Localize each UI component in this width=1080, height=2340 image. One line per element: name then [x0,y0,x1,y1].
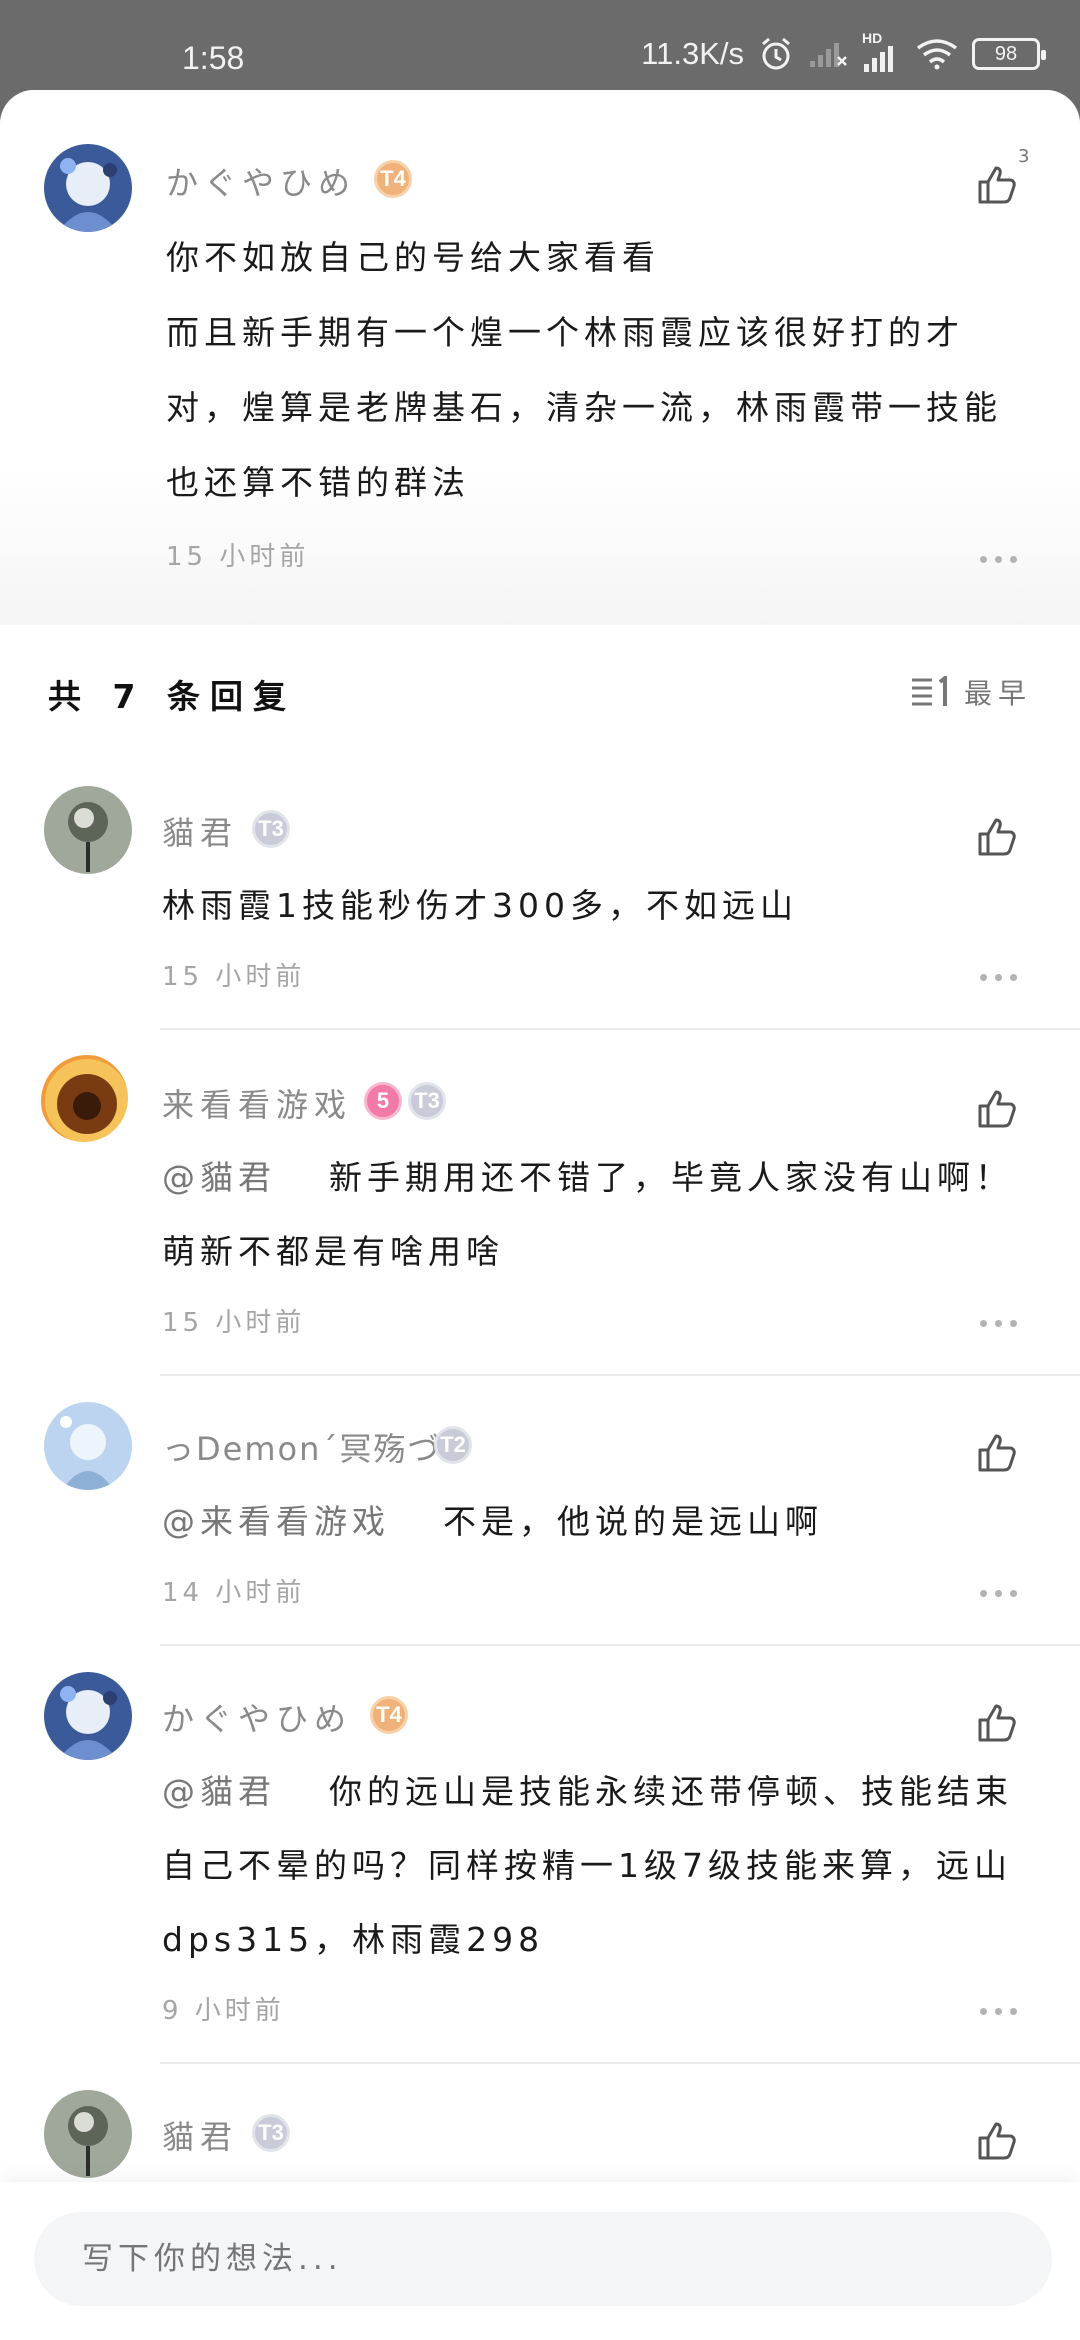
more-options-icon[interactable] [980,2008,1020,2018]
sort-label: 最早 [963,677,1032,710]
username[interactable]: かぐやひめ [162,1694,352,1740]
badge-t3: T3 [408,1082,446,1120]
thumbs-up-icon[interactable] [974,2116,1022,2164]
hd-signal-icon: HD [862,30,902,72]
badge-t4: T4 [374,160,412,198]
avatar[interactable] [44,144,132,232]
reply-text: 自己不晕的吗？同样按精一1级7级技能来算，远山 [162,1846,1012,1885]
badge-t3: T3 [252,810,290,848]
reply-text-line: 你的远山是技能永续还带停顿、技能结束 [329,1772,1013,1811]
thumbs-up-icon[interactable] [974,1428,1022,1476]
username[interactable]: っDemon´冥殇づ [162,1424,441,1470]
more-options-icon[interactable] [980,974,1020,984]
more-options-icon[interactable] [980,556,1020,566]
thumbs-up-icon[interactable] [974,1698,1022,1746]
wifi-icon [916,39,958,70]
avatar[interactable] [44,2090,132,2178]
reply-text: @貓君 你的远山是技能永续还带停顿、技能结束 [162,1754,1013,1829]
mention-link[interactable]: @来看看游戏 [162,1502,390,1541]
net-speed: 11.3K/s [641,36,744,71]
reply-time: 15 小时前 [162,962,306,992]
comment-line: 你不如放自己的号给大家看看 [166,238,660,277]
username[interactable]: かぐやひめ [166,158,356,204]
badge-level-5: 5 [364,1082,402,1120]
reply-text: 萌新不都是有啥用啥 [162,1232,504,1271]
reply-time: 9 小时前 [162,1996,285,2026]
username[interactable]: 来看看游戏 [162,1080,352,1126]
reply-count-title: 共 7 条回复 [48,677,296,716]
reply-text: dps315，林雨霞298 [162,1920,545,1959]
comment-input-bar [0,2182,1080,2340]
like-count: 3 [1018,146,1030,167]
avatar[interactable] [44,786,132,874]
username[interactable]: 貓君 [162,2112,238,2158]
no-signal-icon [810,43,847,67]
mention-link[interactable]: @貓君 [162,1158,276,1197]
divider [160,1644,1080,1646]
thumbs-up-icon[interactable] [974,160,1022,208]
thumbs-up-icon[interactable] [974,1084,1022,1132]
badge-t4: T4 [370,1696,408,1734]
reply-text-line: 新手期用还不错了，毕竟人家没有山啊！ [329,1158,1013,1197]
comment-line: 也还算不错的群法 [166,463,470,502]
reply-time: 14 小时前 [162,1578,306,1608]
more-options-icon[interactable] [980,1590,1020,1600]
thumbs-up-icon[interactable] [974,812,1022,860]
username[interactable]: 貓君 [162,808,238,854]
reply-text: @来看看游戏 不是，他说的是远山啊 [162,1484,823,1559]
sort-icon [911,676,947,706]
divider [160,1028,1080,1030]
badge-t3: T3 [252,2114,290,2152]
reply-text: 林雨霞1技能秒伤才300多，不如远山 [162,886,798,925]
comment-line: 而且新手期有一个煌一个林雨霞应该很好打的才 [166,313,964,352]
avatar[interactable] [44,1672,132,1760]
sort-button[interactable]: 最早 [910,672,1032,712]
comment-sheet: かぐやひめ T4 3 你不如放自己的号给大家看看 而且新手期有一个煌一个林雨霞应… [0,90,1080,2340]
status-time: 1:58 [182,40,245,76]
more-options-icon[interactable] [980,1320,1020,1330]
divider [160,2062,1080,2064]
avatar[interactable] [44,1402,132,1490]
divider [160,1374,1080,1376]
status-bar: 1:58 11.3K/s HD 98 [0,0,1080,90]
comment-input[interactable] [34,2212,1052,2306]
battery-icon: 98 [972,38,1046,70]
comment-line: 对，煌算是老牌基石，清杂一流，林雨霞带一技能 [166,388,1002,427]
comment-time: 15 小时前 [166,542,310,572]
mention-link[interactable]: @貓君 [162,1772,276,1811]
alarm-icon [762,37,790,70]
badge-t2: T2 [434,1426,472,1464]
status-icons: 11.3K/s HD 98 [641,30,1046,72]
reply-text: @貓君 新手期用还不错了，毕竟人家没有山啊！ [162,1140,1013,1215]
battery-level: 98 [994,42,1018,65]
avatar[interactable] [40,1054,128,1142]
main-comment: かぐやひめ T4 3 你不如放自己的号给大家看看 而且新手期有一个煌一个林雨霞应… [0,90,1080,625]
reply-time: 15 小时前 [162,1308,306,1338]
reply-text-line: 不是，他说的是远山啊 [443,1502,823,1541]
